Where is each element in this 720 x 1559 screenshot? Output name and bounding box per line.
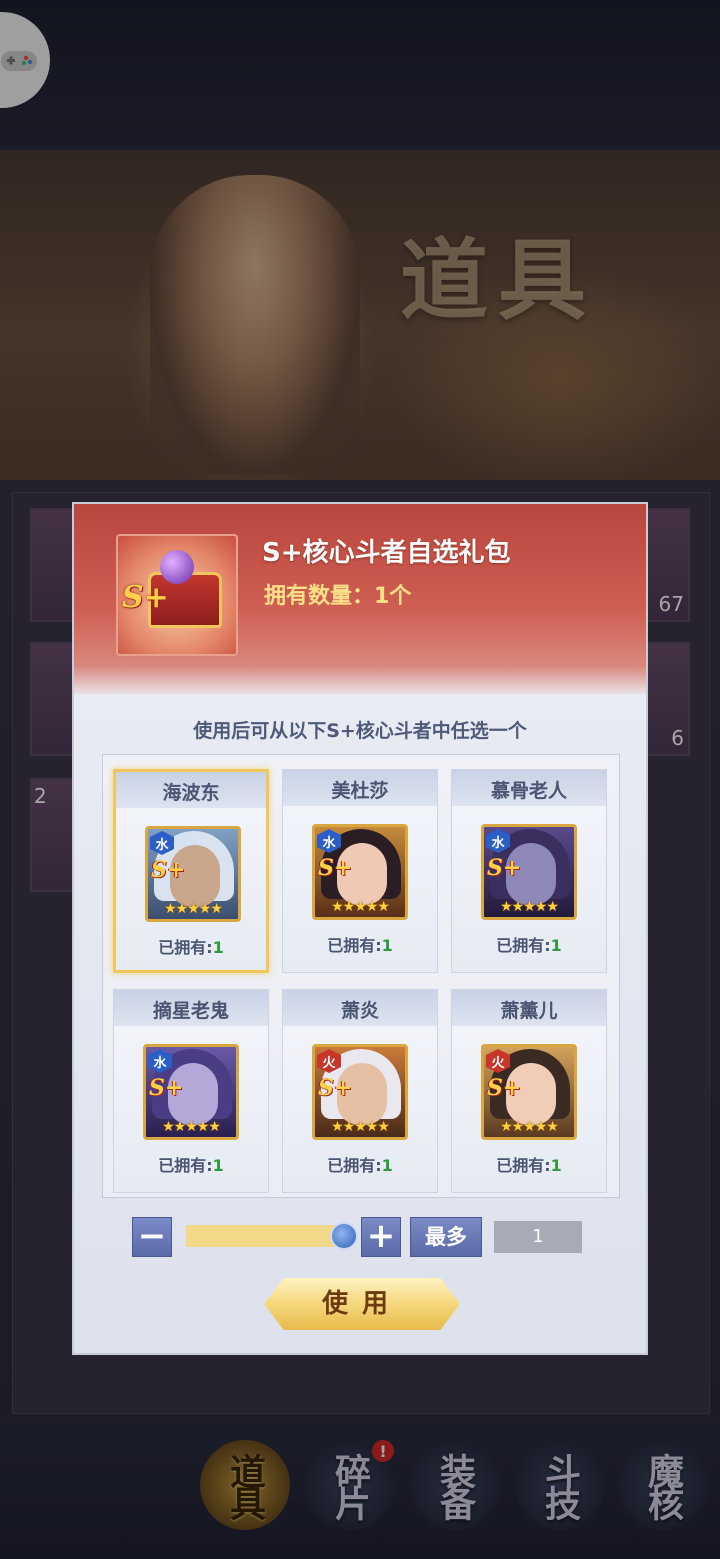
quantity-field[interactable]: 1 (494, 1221, 582, 1253)
decrease-button[interactable]: − (132, 1217, 172, 1257)
hero-portrait: 水 S+ ★★★★★ (145, 826, 241, 922)
hero-portrait: 水 S+ ★★★★★ (143, 1044, 239, 1140)
quantity-slider[interactable] (186, 1225, 352, 1247)
rank-badge: S+ (151, 857, 186, 883)
rank-badge: S+ (122, 580, 169, 615)
star-rating: ★★★★★ (331, 1119, 390, 1135)
hero-card-xiaoyan[interactable]: 萧炎 火 S+ ★★★★★ 已拥有:1 (282, 989, 438, 1193)
star-rating: ★★★★★ (331, 899, 390, 915)
hero-portrait: 水 S+ ★★★★★ (312, 824, 408, 920)
slider-handle[interactable] (330, 1222, 358, 1250)
gift-pack-dialog: S+ S+核心斗者自选礼包 拥有数量：1个 使用后可从以下S+核心斗者中任选一个… (72, 502, 648, 1355)
owned-count: 拥有数量：1个 (264, 584, 412, 609)
rank-badge: S+ (149, 1075, 184, 1101)
rank-badge: S+ (487, 1075, 522, 1101)
hero-portrait: 水 S+ ★★★★★ (481, 824, 577, 920)
star-rating: ★★★★★ (500, 899, 559, 915)
rank-badge: S+ (487, 855, 522, 881)
hero-card-haibodong[interactable]: 海波东 水 S+ ★★★★★ 已拥有:1 (113, 769, 269, 973)
increase-button[interactable]: + (361, 1217, 401, 1257)
hero-name: 摘星老鬼 (152, 1000, 229, 1022)
hero-name: 慕骨老人 (490, 780, 567, 802)
hero-name: 海波东 (162, 782, 220, 804)
hero-card-mugulaoren[interactable]: 慕骨老人 水 S+ ★★★★★ 已拥有:1 (451, 769, 607, 973)
max-button[interactable]: 最多 (410, 1217, 482, 1257)
owned-status: 已拥有:1 (158, 1156, 224, 1175)
owned-status: 已拥有:1 (496, 1156, 562, 1175)
owned-status: 已拥有:1 (327, 936, 393, 955)
use-button[interactable]: 使用 (264, 1278, 460, 1330)
gift-chest-icon: S+ (116, 534, 238, 656)
owned-status: 已拥有:1 (158, 938, 224, 957)
hero-name: 美杜莎 (331, 780, 389, 802)
dialog-description: 使用后可从以下S+核心斗者中任选一个 (193, 720, 527, 742)
hero-selection-grid: 海波东 水 S+ ★★★★★ 已拥有:1 美杜莎 水 S+ ★★★★★ 已拥有:… (102, 754, 620, 1198)
hero-card-xiaoxuner[interactable]: 萧薰儿 火 S+ ★★★★★ 已拥有:1 (451, 989, 607, 1193)
star-rating: ★★★★★ (500, 1119, 559, 1135)
gem-shape (160, 550, 194, 584)
owned-status: 已拥有:1 (327, 1156, 393, 1175)
hero-portrait: 火 S+ ★★★★★ (481, 1044, 577, 1140)
rank-badge: S+ (318, 1075, 353, 1101)
hero-name: 萧炎 (340, 1000, 379, 1022)
owned-status: 已拥有:1 (496, 936, 562, 955)
dialog-header: S+ S+核心斗者自选礼包 拥有数量：1个 (74, 504, 646, 694)
star-rating: ★★★★★ (162, 1119, 221, 1135)
hero-portrait: 火 S+ ★★★★★ (312, 1044, 408, 1140)
dialog-title: S+核心斗者自选礼包 (262, 538, 511, 568)
hero-card-meidusha[interactable]: 美杜莎 水 S+ ★★★★★ 已拥有:1 (282, 769, 438, 973)
star-rating: ★★★★★ (164, 901, 223, 917)
hero-card-zhaixinglaogui[interactable]: 摘星老鬼 水 S+ ★★★★★ 已拥有:1 (113, 989, 269, 1193)
hero-name: 萧薰儿 (500, 1000, 558, 1022)
rank-badge: S+ (318, 855, 353, 881)
